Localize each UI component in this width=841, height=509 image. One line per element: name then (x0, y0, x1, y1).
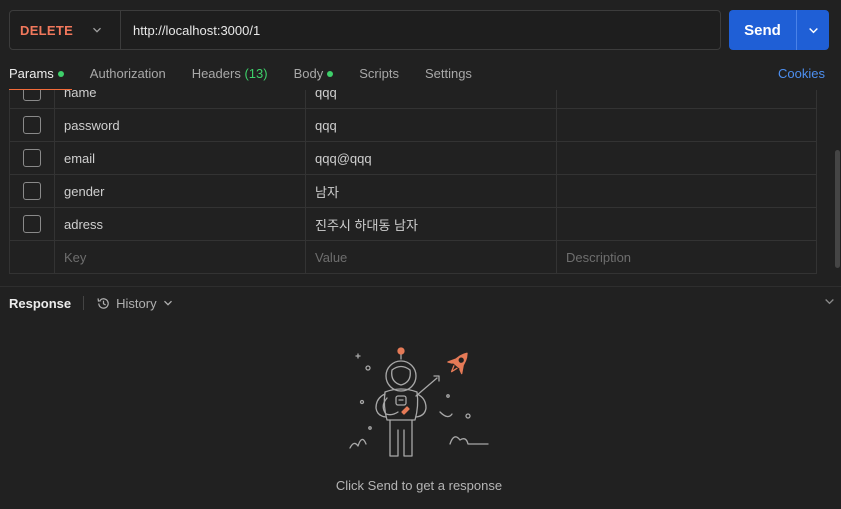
row-check-cell (10, 208, 55, 240)
table-row: name qqq (9, 90, 817, 109)
param-description[interactable] (557, 175, 816, 207)
param-description[interactable] (557, 142, 816, 174)
tab-authorization[interactable]: Authorization (90, 62, 166, 90)
request-url-bar: DELETE (9, 10, 721, 50)
tab-headers[interactable]: Headers (13) (192, 62, 268, 90)
chevron-down-icon (93, 27, 101, 33)
param-key[interactable]: gender (55, 175, 306, 207)
param-key[interactable]: adress (55, 208, 306, 240)
tab-scripts[interactable]: Scripts (359, 62, 399, 90)
table-row-new: Key Value Description (9, 241, 817, 274)
table-row: email qqq@qqq (9, 142, 817, 175)
param-value[interactable]: 남자 (306, 175, 557, 207)
new-key-input[interactable]: Key (55, 241, 306, 273)
row-check-cell (10, 241, 55, 273)
history-button[interactable]: History (96, 296, 177, 311)
active-dot-icon (327, 71, 334, 77)
astronaut-rocket-illustration (349, 347, 489, 457)
url-input[interactable] (121, 22, 720, 38)
param-key[interactable]: name (55, 90, 306, 108)
tab-scripts-label: Scripts (359, 66, 399, 81)
params-scrollbar[interactable] (835, 150, 840, 268)
row-check-cell (10, 142, 55, 174)
tab-body[interactable]: Body (294, 62, 334, 90)
history-label: History (116, 295, 157, 311)
new-value-input[interactable]: Value (306, 241, 557, 273)
row-checkbox[interactable] (23, 182, 41, 200)
method-selector[interactable]: DELETE (10, 11, 121, 49)
param-key[interactable]: password (55, 109, 306, 141)
method-label: DELETE (20, 22, 74, 38)
history-icon (97, 297, 109, 309)
separator (83, 296, 85, 310)
tab-params-label: Params (9, 66, 54, 81)
tab-settings-label: Settings (424, 66, 472, 81)
empty-response-message: Click Send to get a response (335, 478, 503, 493)
row-check-cell (10, 109, 55, 141)
row-checkbox[interactable] (23, 215, 41, 233)
param-value[interactable]: 진주시 하대동 남자 (306, 208, 557, 240)
headers-count: (13) (244, 66, 268, 81)
tab-settings[interactable]: Settings (425, 62, 472, 90)
request-tabs: Params Authorization Headers (13) Body S… (9, 62, 841, 90)
send-button-group: Send (729, 10, 829, 50)
param-value[interactable]: qqq (306, 90, 557, 108)
param-value[interactable]: qqq@qqq (306, 142, 557, 174)
table-row: gender 남자 (9, 175, 817, 208)
param-description[interactable] (557, 208, 816, 240)
row-check-cell (10, 175, 55, 207)
response-header: Response History (9, 293, 835, 313)
pane-divider[interactable] (0, 286, 841, 287)
cookies-link[interactable]: Cookies (778, 62, 825, 85)
row-check-cell (10, 90, 55, 108)
send-options-button[interactable] (796, 10, 829, 50)
row-checkbox[interactable] (23, 116, 41, 134)
chevron-down-icon (808, 27, 818, 33)
param-key[interactable]: email (55, 142, 306, 174)
row-checkbox[interactable] (23, 90, 41, 101)
response-title: Response (9, 295, 72, 311)
param-value[interactable]: qqq (306, 109, 557, 141)
tab-params[interactable]: Params (9, 62, 72, 90)
tab-authorization-label: Authorization (89, 66, 166, 81)
new-description-input[interactable]: Description (557, 241, 816, 273)
collapse-chevron-icon[interactable] (824, 296, 835, 307)
send-button[interactable]: Send (729, 10, 796, 50)
row-checkbox[interactable] (23, 149, 41, 167)
param-description[interactable] (557, 90, 816, 108)
active-dot-icon (57, 71, 64, 77)
table-row: adress 진주시 하대동 남자 (9, 208, 817, 241)
params-table: name qqq password qqq email qqq@qqq gend… (9, 90, 817, 275)
tab-headers-label: Headers (191, 66, 241, 81)
tab-body-label: Body (293, 66, 324, 81)
table-row: password qqq (9, 109, 817, 142)
chevron-down-icon (163, 300, 172, 306)
param-description[interactable] (557, 109, 816, 141)
